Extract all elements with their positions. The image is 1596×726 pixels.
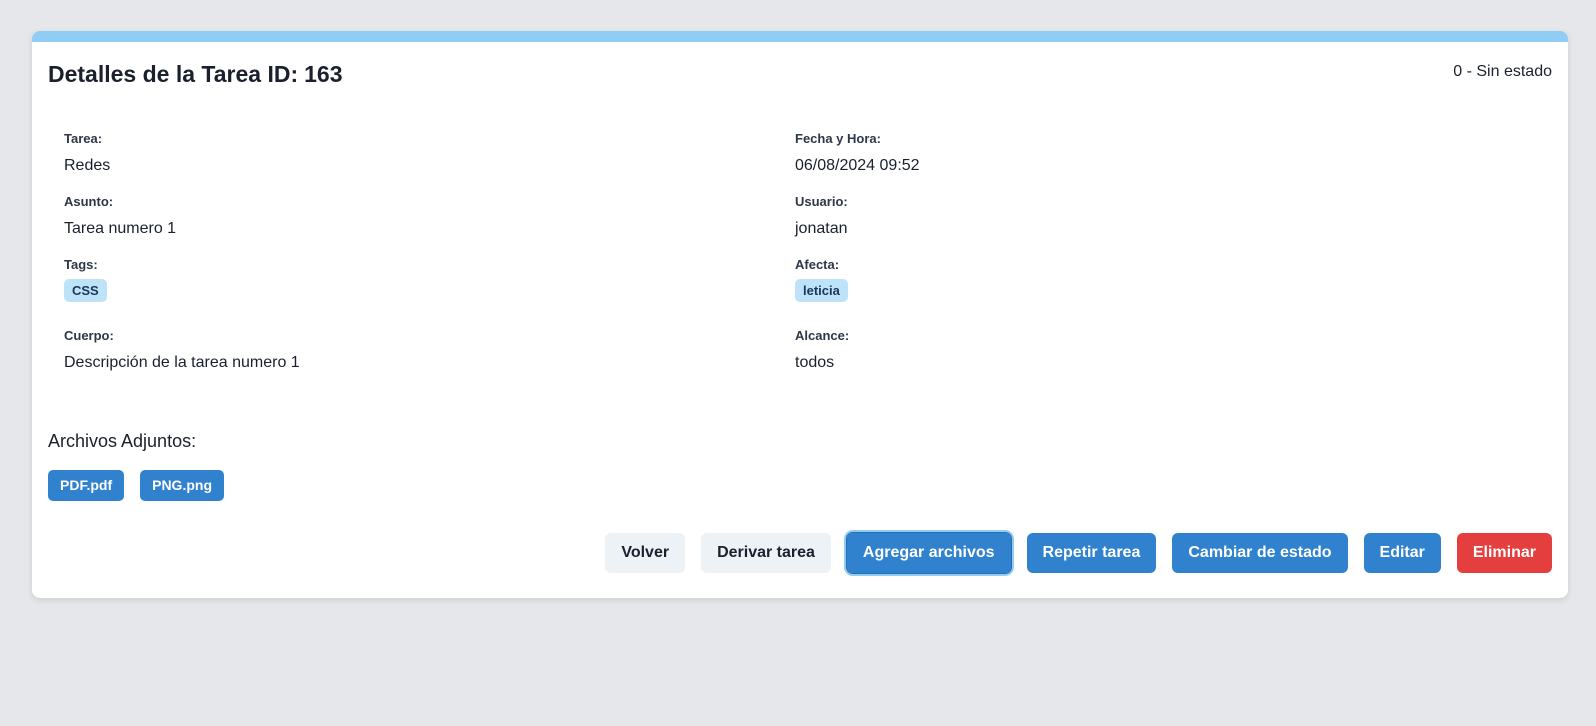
- afecta-badge: leticia: [795, 279, 848, 302]
- field-asunto: Asunto: Tarea numero 1: [64, 194, 764, 238]
- field-tarea: Tarea: Redes: [64, 131, 764, 175]
- field-cuerpo-value: Descripción de la tarea numero 1: [64, 354, 300, 371]
- task-details-card: Detalles de la Tarea ID: 163 0 - Sin esta…: [32, 31, 1568, 598]
- field-alcance-label: Alcance:: [795, 328, 850, 343]
- action-bar: Volver Derivar tarea Agregar archivos Re…: [605, 532, 1552, 574]
- back-button[interactable]: Volver: [605, 533, 686, 573]
- page-title-prefix: Detalles de la Tarea ID:: [48, 61, 299, 87]
- field-fecha-hora-label: Fecha y Hora:: [795, 131, 881, 146]
- field-tarea-label: Tarea:: [64, 131, 103, 146]
- field-afecta-label: Afecta:: [795, 257, 840, 272]
- field-cuerpo: Cuerpo: Descripción de la tarea numero 1: [64, 328, 764, 372]
- field-tags-label: Tags:: [64, 257, 98, 272]
- add-files-button[interactable]: Agregar archivos: [845, 532, 1012, 574]
- field-usuario-value: jonatan: [795, 220, 848, 237]
- field-usuario-label: Usuario:: [795, 194, 848, 209]
- field-asunto-value: Tarea numero 1: [64, 220, 177, 237]
- field-tags: Tags: CSS: [64, 257, 764, 302]
- attachments-list: PDF.pdf PNG.png: [48, 470, 224, 501]
- task-id: 163: [304, 61, 343, 87]
- card-accent-bar: [32, 31, 1568, 42]
- field-alcance: Alcance: todos: [795, 328, 1495, 372]
- edit-button[interactable]: Editar: [1363, 533, 1441, 573]
- field-afecta: Afecta: leticia: [795, 257, 1495, 302]
- derive-task-button[interactable]: Derivar tarea: [701, 533, 831, 573]
- attachments-title: Archivos Adjuntos:: [48, 431, 197, 451]
- tag-badge: CSS: [64, 279, 107, 302]
- field-tarea-value: Redes: [64, 157, 111, 174]
- attachment-png-button[interactable]: PNG.png: [140, 470, 224, 501]
- page-title: Detalles de la Tarea ID: 163: [48, 61, 343, 89]
- field-usuario: Usuario: jonatan: [795, 194, 1495, 238]
- change-status-button[interactable]: Cambiar de estado: [1172, 533, 1348, 573]
- delete-button[interactable]: Eliminar: [1456, 533, 1552, 573]
- field-fecha-hora-value: 06/08/2024 09:52: [795, 157, 920, 174]
- field-asunto-label: Asunto:: [64, 194, 114, 209]
- field-cuerpo-label: Cuerpo:: [64, 328, 114, 343]
- attachment-pdf-button[interactable]: PDF.pdf: [48, 470, 125, 501]
- field-alcance-value: todos: [795, 354, 835, 371]
- status-label: 0 - Sin estado: [1453, 63, 1552, 80]
- field-fecha-hora: Fecha y Hora: 06/08/2024 09:52: [795, 131, 1495, 175]
- repeat-task-button[interactable]: Repetir tarea: [1026, 533, 1157, 573]
